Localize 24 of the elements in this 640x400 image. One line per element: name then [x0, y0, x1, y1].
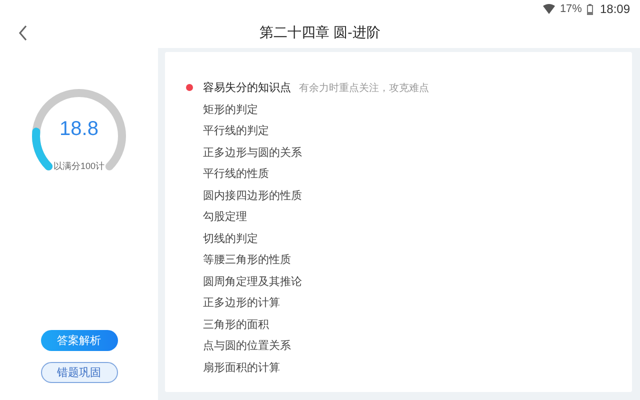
- score-value: 18.8: [60, 118, 98, 140]
- topic-item[interactable]: 圆周角定理及其推论: [186, 274, 302, 289]
- topic-item[interactable]: 点与圆的位置关系: [186, 338, 291, 354]
- topic-item[interactable]: 圆内接四边形的性质: [186, 188, 302, 203]
- topic-item[interactable]: 三角形的面积: [186, 316, 269, 332]
- score-caption: 以满分100计: [53, 161, 105, 171]
- section-subtitle: 有余力时重点关注，攻克难点: [299, 82, 429, 95]
- topic-item[interactable]: 正多边形与圆的关系: [186, 144, 302, 160]
- battery-icon: [586, 4, 593, 14]
- topic-item[interactable]: 平行线的性质: [186, 166, 269, 182]
- clock-time: 18:09: [600, 2, 630, 16]
- topic-item[interactable]: 扇形面积的计算: [186, 360, 280, 375]
- topic-item[interactable]: 平行线的判定: [186, 123, 269, 138]
- section-title: 容易失分的知识点: [203, 80, 291, 96]
- topic-item[interactable]: 等腰三角形的性质: [186, 252, 291, 268]
- topic-item[interactable]: 勾股定理: [186, 209, 247, 224]
- wifi-icon: [542, 4, 555, 14]
- review-mistakes-button[interactable]: 错题巩固: [40, 362, 118, 383]
- topic-item[interactable]: 切线的判定: [186, 230, 258, 246]
- back-icon[interactable]: [18, 25, 28, 41]
- topic-item[interactable]: 正多边形的计算: [186, 295, 280, 310]
- page-title: 第二十四章 圆-进阶: [260, 24, 380, 40]
- topic-item[interactable]: 矩形的判定: [186, 102, 258, 117]
- battery-percent: 17%: [560, 3, 582, 15]
